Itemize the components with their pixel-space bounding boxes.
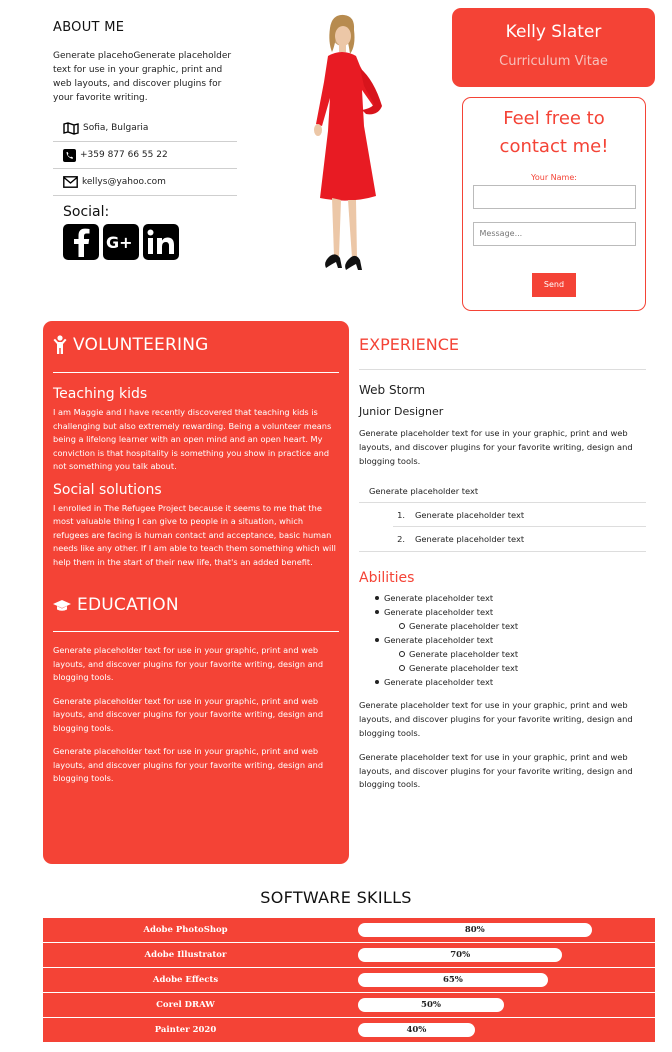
email-text: kellys@yahoo.com — [82, 177, 166, 187]
skill-bar-track: 65% — [358, 973, 655, 987]
experience-column: EXPERIENCE Web Storm Junior Designer Gen… — [359, 330, 646, 792]
skill-bar: 40% — [358, 1023, 475, 1037]
volunteer-item-text: I am Maggie and I have recently discover… — [53, 407, 332, 471]
skill-row: Adobe Illustrator 70% — [43, 943, 655, 968]
volunteer-item-heading: Teaching kids — [53, 386, 148, 402]
skill-bar-track: 40% — [358, 1023, 655, 1037]
skill-bar-track: 70% — [358, 948, 655, 962]
skill-bar-track: 80% — [358, 923, 655, 937]
education-heading: EDUCATION — [53, 595, 339, 615]
skill-bar: 80% — [358, 923, 592, 937]
location-text: Sofia, Bulgaria — [83, 123, 149, 133]
name-header: Kelly Slater Curriculum Vitae — [452, 8, 655, 87]
skill-bar: 70% — [358, 948, 563, 962]
email-row: kellys@yahoo.com — [53, 169, 237, 196]
education-paragraph: Generate placeholder text for use in you… — [53, 695, 324, 733]
linkedin-icon[interactable] — [143, 224, 179, 260]
ability-subitem: Generate placeholder text — [359, 619, 646, 633]
software-skills-title: SOFTWARE SKILLS — [260, 888, 412, 907]
social-icons: G+ — [63, 224, 237, 260]
contact-heading-line2: contact me! — [499, 136, 609, 157]
list-item: Generate placeholder text — [359, 479, 646, 504]
list-item-text: Generate placeholder text — [415, 510, 525, 521]
divider — [359, 551, 646, 553]
ability-item: Generate placeholder text — [359, 633, 646, 647]
google-plus-icon[interactable]: G+ — [103, 224, 139, 260]
ability-subitem: Generate placeholder text — [359, 647, 646, 661]
skill-bar-track: 50% — [358, 998, 655, 1012]
ability-item: Generate placeholder text — [359, 675, 646, 689]
list-number: 1. — [397, 510, 405, 521]
volunteer-item-text: I enrolled in The Refugee Project becaus… — [53, 502, 336, 567]
volunteering-education-panel: VOLUNTEERING Teaching kids I am Maggie a… — [43, 321, 349, 864]
name-input[interactable] — [472, 185, 636, 209]
phone-text: +359 877 66 55 22 — [80, 150, 168, 160]
social-title: Social: — [63, 204, 110, 220]
ability-subitem: Generate placeholder text — [359, 661, 646, 675]
skill-bar: 65% — [358, 973, 548, 987]
list-number: 2. — [397, 534, 405, 545]
cv-subtitle: Curriculum Vitae — [499, 54, 608, 69]
education-title: EDUCATION — [77, 595, 179, 615]
location-row: Sofia, Bulgaria — [53, 115, 237, 142]
ability-item: Generate placeholder text — [359, 591, 646, 605]
skill-name: Adobe Illustrator — [144, 950, 227, 960]
abilities-list: Generate placeholder text Generate place… — [359, 591, 646, 689]
send-button[interactable]: Send — [532, 273, 576, 297]
contact-form: Feel free to contact me! Your Name: Mess… — [462, 97, 646, 311]
profile-photo — [314, 14, 382, 270]
ordered-list-item: 1. Generate placeholder text — [393, 503, 646, 528]
skill-name: Adobe PhotoShop — [143, 925, 228, 935]
software-skills-table: Adobe PhotoShop 80% Adobe Illustrator 70… — [43, 918, 655, 1043]
name-label: Your Name: — [531, 173, 577, 182]
skill-bar: 50% — [358, 998, 504, 1012]
contact-heading-line1: Feel free to — [503, 108, 605, 129]
list-item-text: Generate placeholder text — [415, 534, 525, 545]
phone-icon — [63, 148, 76, 162]
volunteering-title: VOLUNTEERING — [73, 335, 209, 355]
skill-row: Painter 2020 40% — [43, 1018, 655, 1043]
about-section: ABOUT ME Generate placehoGenerate placeh… — [53, 20, 237, 260]
skill-name: Corel DRAW — [156, 1000, 215, 1010]
skill-row: Adobe PhotoShop 80% — [43, 918, 655, 943]
skill-row: Corel DRAW 50% — [43, 993, 655, 1018]
skill-name: Painter 2020 — [154, 1025, 217, 1035]
job-role: Junior Designer — [359, 405, 444, 418]
divider — [53, 631, 339, 632]
education-paragraph: Generate placeholder text for use in you… — [53, 746, 324, 783]
contact-heading: Feel free to contact me! — [463, 105, 645, 161]
person-name: Kelly Slater — [505, 22, 602, 42]
company-name: Web Storm — [359, 383, 426, 397]
map-icon — [63, 121, 79, 135]
ability-item: Generate placeholder text — [359, 605, 646, 619]
skill-row: Adobe Effects 65% — [43, 968, 655, 993]
divider — [53, 372, 339, 373]
message-input[interactable]: Message... — [472, 222, 636, 246]
volunteering-heading: VOLUNTEERING — [53, 335, 339, 355]
ordered-list-item: 2. Generate placeholder text — [393, 527, 646, 551]
abilities-title: Abilities — [359, 570, 415, 587]
facebook-icon[interactable] — [63, 224, 99, 260]
divider — [359, 369, 646, 370]
graduation-cap-icon — [53, 599, 71, 611]
person-icon — [53, 335, 67, 354]
about-text: Generate placehoGenerate placeholder tex… — [53, 51, 232, 103]
skill-name: Adobe Effects — [152, 975, 219, 985]
svg-text:G+: G+ — [106, 233, 133, 252]
experience-description: Generate placeholder text for use in you… — [359, 428, 633, 466]
abilities-paragraph: Generate placeholder text for use in you… — [359, 751, 633, 790]
abilities-paragraph: Generate placeholder text for use in you… — [359, 700, 633, 738]
phone-row: +359 877 66 55 22 — [53, 142, 237, 169]
volunteer-item-heading: Social solutions — [53, 481, 162, 498]
experience-title: EXPERIENCE — [359, 335, 460, 354]
about-title: ABOUT ME — [53, 20, 125, 35]
education-paragraph: Generate placeholder text for use in you… — [53, 645, 324, 682]
envelope-icon — [63, 176, 78, 188]
